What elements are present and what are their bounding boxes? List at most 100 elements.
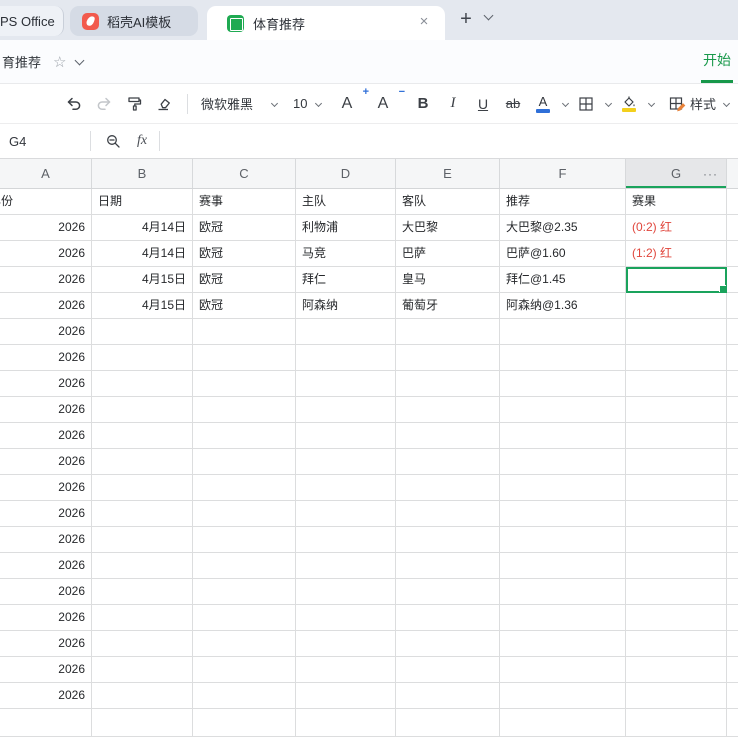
ribbon-tab-home[interactable]: 开始 — [701, 39, 733, 83]
cell[interactable] — [626, 501, 727, 527]
cell[interactable]: 2026 — [0, 527, 92, 553]
cell[interactable] — [500, 475, 626, 501]
cell[interactable] — [500, 553, 626, 579]
decrease-font-button[interactable]: A− — [369, 90, 397, 118]
cell[interactable] — [626, 683, 727, 709]
column-header-C[interactable]: C — [193, 159, 296, 188]
cell[interactable] — [193, 683, 296, 709]
eraser-icon[interactable] — [150, 90, 178, 118]
cell[interactable] — [0, 709, 92, 737]
cell[interactable] — [396, 709, 500, 737]
cell[interactable]: 2026 — [0, 241, 92, 267]
cell[interactable]: 2026 — [0, 423, 92, 449]
cell[interactable] — [296, 605, 396, 631]
cell[interactable]: 2026 — [0, 475, 92, 501]
cell[interactable] — [92, 449, 193, 475]
cell[interactable]: 2026 — [0, 631, 92, 657]
cell[interactable] — [626, 553, 727, 579]
cell[interactable]: 2026 — [0, 553, 92, 579]
cell[interactable] — [296, 657, 396, 683]
cell[interactable]: 2026 — [0, 267, 92, 293]
redo-button[interactable] — [90, 90, 118, 118]
cell[interactable] — [296, 553, 396, 579]
name-box[interactable]: G4 — [0, 124, 88, 158]
cell[interactable]: 2026 — [0, 683, 92, 709]
cell[interactable] — [500, 319, 626, 345]
cell[interactable]: 2026 — [0, 579, 92, 605]
font-color-button[interactable]: A — [529, 90, 557, 118]
cell[interactable] — [500, 345, 626, 371]
cell[interactable] — [193, 501, 296, 527]
more-columns-indicator[interactable]: ··· — [703, 167, 718, 181]
cell[interactable] — [92, 397, 193, 423]
cell[interactable] — [500, 501, 626, 527]
cell[interactable] — [92, 657, 193, 683]
cell[interactable] — [727, 475, 738, 501]
cell[interactable]: 2026 — [0, 345, 92, 371]
borders-button[interactable] — [572, 90, 600, 118]
cell[interactable] — [727, 683, 738, 709]
cell[interactable] — [626, 579, 727, 605]
column-header-E[interactable]: E — [396, 159, 500, 188]
cell[interactable] — [296, 371, 396, 397]
cell[interactable]: 赛果 — [626, 189, 727, 215]
cell[interactable]: 马竞 — [296, 241, 396, 267]
chevron-down-icon[interactable] — [648, 100, 655, 107]
cell[interactable] — [296, 475, 396, 501]
cell[interactable]: 2026 — [0, 605, 92, 631]
cell[interactable] — [92, 527, 193, 553]
cell[interactable]: (0:2) 红 — [626, 215, 727, 241]
cell[interactable] — [193, 475, 296, 501]
chevron-down-icon[interactable] — [75, 55, 85, 65]
cell[interactable]: 欧冠 — [193, 267, 296, 293]
cell[interactable]: 推荐 — [500, 189, 626, 215]
cell[interactable] — [396, 605, 500, 631]
cell[interactable] — [396, 657, 500, 683]
font-size-select[interactable]: 10 — [285, 91, 327, 117]
cell[interactable]: 4月14日 — [92, 241, 193, 267]
cell[interactable] — [727, 657, 738, 683]
cell[interactable] — [500, 579, 626, 605]
cell[interactable]: 巴萨@1.60 — [500, 241, 626, 267]
cell[interactable] — [296, 449, 396, 475]
cell[interactable] — [727, 345, 738, 371]
cell[interactable] — [727, 553, 738, 579]
cell[interactable] — [92, 579, 193, 605]
cell[interactable] — [727, 501, 738, 527]
chevron-down-icon[interactable] — [484, 11, 494, 21]
cell[interactable] — [626, 605, 727, 631]
cell[interactable] — [626, 345, 727, 371]
cell[interactable] — [727, 527, 738, 553]
italic-button[interactable]: I — [439, 90, 467, 118]
cell[interactable] — [727, 605, 738, 631]
cell[interactable] — [396, 579, 500, 605]
cell[interactable] — [396, 449, 500, 475]
cell[interactable] — [727, 449, 738, 475]
cell[interactable]: 皇马 — [396, 267, 500, 293]
cell[interactable]: 4月15日 — [92, 267, 193, 293]
cell[interactable] — [92, 605, 193, 631]
cell[interactable] — [500, 709, 626, 737]
cell[interactable] — [727, 631, 738, 657]
cell[interactable] — [193, 709, 296, 737]
tab-wps-office[interactable]: PS Office — [0, 6, 64, 36]
cell[interactable] — [500, 631, 626, 657]
cell[interactable] — [296, 501, 396, 527]
cell[interactable] — [626, 319, 727, 345]
cell[interactable] — [193, 345, 296, 371]
new-tab-button[interactable]: + — [455, 9, 477, 31]
cell[interactable] — [193, 319, 296, 345]
cell[interactable]: 2026 — [0, 397, 92, 423]
cell[interactable] — [296, 631, 396, 657]
cell[interactable]: 葡萄牙 — [396, 293, 500, 319]
column-header-G[interactable]: G··· — [626, 159, 727, 188]
cell[interactable] — [396, 631, 500, 657]
cell[interactable] — [500, 683, 626, 709]
cell[interactable] — [193, 605, 296, 631]
cell[interactable] — [500, 371, 626, 397]
cell[interactable] — [296, 423, 396, 449]
cell[interactable] — [92, 501, 193, 527]
cell[interactable] — [626, 293, 727, 319]
underline-button[interactable]: U — [469, 90, 497, 118]
cell[interactable] — [193, 371, 296, 397]
